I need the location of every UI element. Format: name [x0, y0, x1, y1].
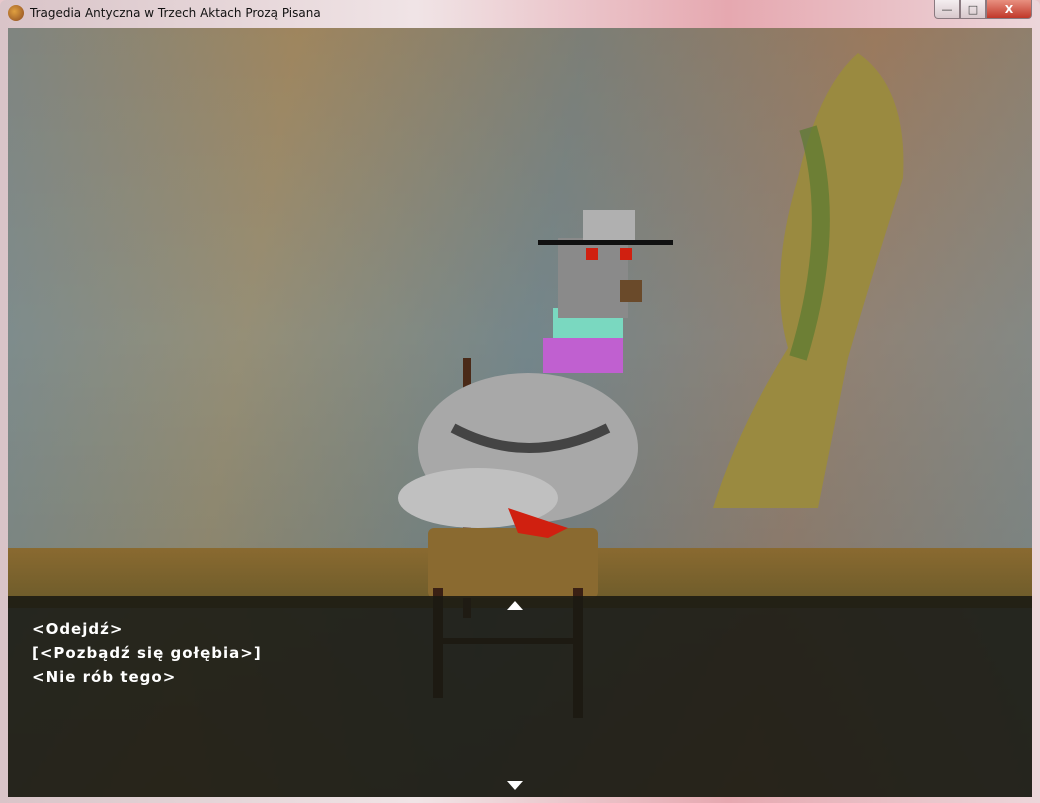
minimize-button[interactable]: — [934, 0, 960, 19]
window-title: Tragedia Antyczna w Trzech Aktach Prozą … [30, 6, 321, 20]
dialog-option-get-rid-of-pigeon[interactable]: [<Pozbądź się gołębia>] [32, 644, 262, 662]
close-button[interactable]: X [986, 0, 1032, 19]
title-bar[interactable]: Tragedia Antyczna w Trzech Aktach Prozą … [0, 0, 1040, 27]
dialog-panel [8, 596, 1032, 797]
pigeon[interactable] [398, 210, 673, 538]
game-window: Tragedia Antyczna w Trzech Aktach Prozą … [0, 0, 1040, 803]
hanging-cloth [713, 53, 904, 508]
scroll-up-arrow-icon[interactable] [507, 601, 523, 610]
dialog-option-dont-do-it[interactable]: <Nie rób tego> [32, 668, 176, 686]
dialog-option-leave[interactable]: <Odejdź> [32, 620, 123, 638]
maximize-button[interactable]: □ [960, 0, 986, 19]
app-palette-icon [8, 5, 24, 21]
scroll-down-arrow-icon[interactable] [507, 781, 523, 790]
game-scene[interactable]: <Odejdź> [<Pozbądź się gołębia>] <Nie ró… [8, 28, 1032, 797]
